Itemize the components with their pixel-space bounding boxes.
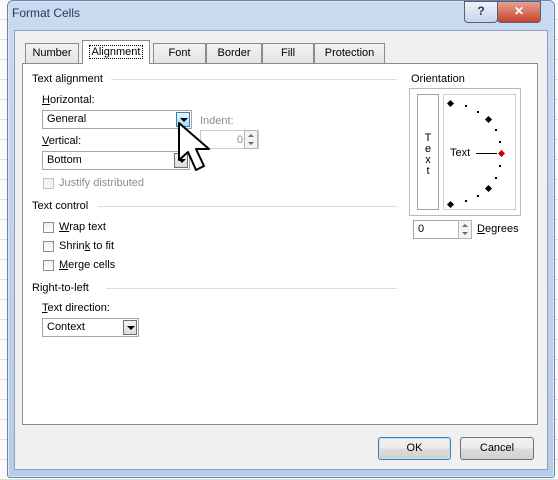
orientation-dial[interactable]: Text xyxy=(443,94,516,210)
cancel-button[interactable]: Cancel xyxy=(460,437,534,460)
tab-alignment-label: Alignment xyxy=(88,45,144,59)
tab-border-label: Border xyxy=(217,47,251,59)
dial-marker xyxy=(446,200,455,209)
merge-cells-label: Merge cells xyxy=(59,259,116,271)
dial-marker xyxy=(484,115,493,124)
horizontal-value: General xyxy=(47,113,87,125)
degrees-stepper[interactable] xyxy=(458,220,472,239)
dial-tick xyxy=(499,165,501,167)
tab-protection-label: Protection xyxy=(324,47,375,59)
orientation-heading: Orientation xyxy=(411,73,465,85)
dial-tick xyxy=(465,200,467,202)
text-control-heading: Text control xyxy=(32,200,89,212)
dial-current-marker xyxy=(497,149,506,158)
mouse-pointer-icon xyxy=(178,122,210,171)
dial-tick xyxy=(477,195,479,197)
help-button[interactable]: ? xyxy=(464,1,498,23)
indent-value: 0 xyxy=(237,134,244,146)
tab-protection[interactable]: Protection xyxy=(314,43,385,63)
tab-font[interactable]: Font xyxy=(153,43,206,63)
justify-distributed-checkbox[interactable] xyxy=(43,178,54,189)
horizontal-label: Horizontal: xyxy=(42,94,95,106)
degrees-value: 0 xyxy=(418,223,425,235)
alignment-panel: Text alignment Horizontal: General Inden… xyxy=(22,63,538,425)
tab-font-label: Font xyxy=(168,47,191,59)
vertical-value: Bottom xyxy=(47,154,82,166)
right-to-left-heading: Right-to-left xyxy=(32,282,89,294)
dial-tick xyxy=(465,105,467,107)
tab-fill-label: Fill xyxy=(280,47,296,59)
text-alignment-heading: Text alignment xyxy=(32,73,103,85)
text-direction-value: Context xyxy=(47,321,85,333)
dial-tick xyxy=(495,177,497,179)
justify-distributed-label: Justify distributed xyxy=(59,177,144,189)
vertical-text-button[interactable]: T e x t xyxy=(417,94,439,210)
horizontal-dropdown[interactable]: General xyxy=(42,110,192,129)
tab-alignment[interactable]: Alignment xyxy=(82,40,150,64)
indent-stepper[interactable] xyxy=(244,130,258,149)
close-button[interactable]: ✕ xyxy=(497,1,541,23)
tab-number[interactable]: Number xyxy=(25,43,79,63)
divider xyxy=(111,79,397,80)
tab-number-label: Number xyxy=(32,47,72,59)
dial-tick xyxy=(477,111,479,113)
shrink-to-fit-label: Shrink to fit xyxy=(59,240,115,252)
vertical-label: Vertical: xyxy=(42,135,82,147)
text-direction-label: Text direction: xyxy=(42,302,110,314)
wrap-text-label: Wrap text xyxy=(59,221,106,233)
vertical-text-char: t xyxy=(426,165,430,177)
wrap-text-checkbox[interactable] xyxy=(43,222,54,233)
tab-fill[interactable]: Fill xyxy=(262,43,314,63)
orientation-control[interactable]: T e x t Text xyxy=(409,88,521,216)
divider xyxy=(106,288,397,289)
divider xyxy=(98,206,397,207)
shrink-to-fit-checkbox[interactable] xyxy=(43,241,54,252)
dialog-title: Format Cells xyxy=(12,6,81,20)
ok-button[interactable]: OK xyxy=(378,437,451,460)
chevron-down-icon[interactable] xyxy=(123,320,137,335)
dial-marker xyxy=(484,184,493,193)
tab-border[interactable]: Border xyxy=(206,43,262,63)
dial-needle xyxy=(476,153,497,154)
dial-text: Text xyxy=(450,147,471,159)
text-direction-dropdown[interactable]: Context xyxy=(42,318,139,337)
dial-tick xyxy=(499,141,501,143)
dial-tick xyxy=(495,129,497,131)
degrees-field[interactable]: 0 xyxy=(413,220,459,239)
vertical-dropdown[interactable]: Bottom xyxy=(42,151,190,170)
dial-marker xyxy=(446,99,455,108)
degrees-label: Degrees xyxy=(477,223,519,235)
merge-cells-checkbox[interactable] xyxy=(43,260,54,271)
